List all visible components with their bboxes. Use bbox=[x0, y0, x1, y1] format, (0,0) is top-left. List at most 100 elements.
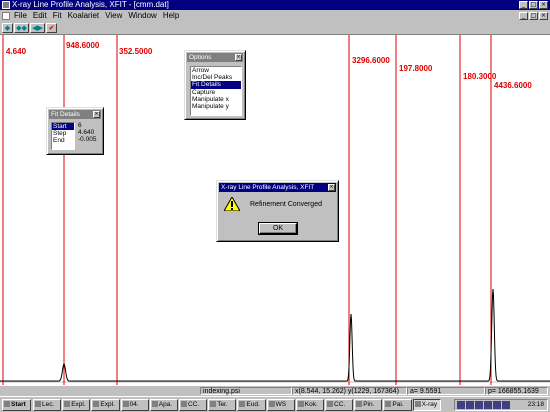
list-item[interactable]: Manipulate y bbox=[191, 103, 241, 110]
taskbar-button[interactable]: Ter. bbox=[208, 399, 237, 411]
menu-window[interactable]: Window bbox=[128, 10, 156, 22]
taskbar-button[interactable]: Pai. bbox=[383, 399, 412, 411]
list-item[interactable]: Capture bbox=[191, 89, 241, 96]
list-item[interactable]: End bbox=[52, 137, 74, 144]
menu-view[interactable]: View bbox=[105, 10, 122, 22]
tray-icon[interactable] bbox=[466, 401, 474, 409]
taskbar-button[interactable]: Pin. bbox=[354, 399, 383, 411]
taskbar-button-label: Ter. bbox=[217, 401, 228, 408]
status-bar: indexing.psi x(8.544, 15.262) y(1229, 16… bbox=[0, 385, 550, 396]
peak-label: 4.640 bbox=[6, 47, 27, 56]
title-bar: X-ray Line Profile Analysis, XFIT - [cmm… bbox=[0, 0, 550, 10]
taskbar-button-label: CC. bbox=[334, 401, 346, 408]
start-button[interactable]: Start bbox=[2, 399, 31, 411]
diamond-icon[interactable]: ◆ bbox=[2, 23, 13, 33]
options-list[interactable]: Arrow Inc/Del Peaks Fit Details Capture … bbox=[190, 66, 242, 116]
options-dialog-title: Options bbox=[189, 54, 212, 61]
fit-start-value: 6 bbox=[78, 122, 82, 129]
message-text: Refinement Converged bbox=[250, 201, 322, 208]
taskbar-button[interactable]: Lec. bbox=[33, 399, 62, 411]
doc-minimize-button[interactable]: _ bbox=[519, 12, 528, 20]
taskbar-button[interactable]: X-ray bbox=[412, 399, 441, 411]
double-arrow-icon[interactable]: ◆◆ bbox=[14, 23, 29, 33]
list-item[interactable]: Manipulate x bbox=[191, 96, 241, 103]
status-coords: x(8.544, 15.262) y(1229, 167364) bbox=[292, 387, 407, 395]
app-icon bbox=[35, 401, 41, 407]
fit-end-value: -0.005 bbox=[78, 136, 97, 144]
close-button[interactable]: × bbox=[539, 1, 548, 9]
app-icon bbox=[356, 401, 363, 407]
menu-bar: File Edit Fit Koalariet View Window Help… bbox=[0, 10, 550, 22]
tray-icon[interactable] bbox=[493, 401, 501, 409]
taskbar-button[interactable]: WS bbox=[266, 399, 295, 411]
taskbar-button[interactable]: Expl. bbox=[91, 399, 120, 411]
taskbar-button-label: Apa. bbox=[158, 401, 173, 408]
checkmark-icon[interactable]: ✔ bbox=[46, 23, 57, 33]
peak-label: 948.6000 bbox=[66, 41, 100, 50]
taskbar: Start Lec. Expl. Expl. 04. Apa. CC. Ter. Eud. WS… bbox=[0, 396, 550, 412]
taskbar-button[interactable]: CC. bbox=[179, 399, 208, 411]
minimize-button[interactable]: _ bbox=[519, 1, 528, 9]
fit-details-list[interactable]: Start Step End bbox=[51, 122, 75, 150]
app-icon bbox=[297, 401, 304, 407]
app-icon bbox=[122, 401, 129, 407]
taskbar-button[interactable]: Eud. bbox=[237, 399, 266, 411]
taskbar-button[interactable]: Expl. bbox=[62, 399, 91, 411]
taskbar-button-label: Expl. bbox=[71, 401, 86, 408]
close-icon[interactable]: × bbox=[93, 111, 100, 118]
tray-icon[interactable] bbox=[475, 401, 483, 409]
peak-label: 352.5000 bbox=[119, 47, 153, 56]
warning-icon bbox=[224, 197, 240, 211]
list-item[interactable]: Start bbox=[52, 123, 74, 131]
maximize-button[interactable]: □ bbox=[529, 1, 538, 9]
message-box-title-bar[interactable]: X-ray Line Profile Analysis, XFIT × bbox=[219, 183, 336, 192]
taskbar-button-label: 04. bbox=[129, 401, 139, 408]
taskbar-button[interactable]: Kok. bbox=[295, 399, 324, 411]
app-icon bbox=[64, 401, 71, 407]
taskbar-button-label: Pin. bbox=[363, 401, 375, 408]
document-icon[interactable] bbox=[2, 12, 10, 20]
taskbar-button[interactable]: 04. bbox=[120, 399, 149, 411]
fit-details-title-bar[interactable]: Fit Details × bbox=[49, 110, 101, 119]
taskbar-button-label: X-ray bbox=[421, 401, 438, 408]
split-arrow-icon[interactable]: ◀▶ bbox=[30, 23, 45, 33]
doc-close-button[interactable]: × bbox=[539, 12, 548, 20]
taskbar-button-label: Pai. bbox=[392, 401, 404, 408]
ok-button[interactable]: OK bbox=[258, 222, 298, 235]
fit-details-dialog: Fit Details × Start Step End 6 4.640 -0.… bbox=[46, 107, 104, 155]
close-icon[interactable]: × bbox=[235, 54, 242, 61]
system-tray: 23:18 bbox=[454, 399, 548, 411]
list-item[interactable]: Fit Details bbox=[191, 81, 241, 89]
app-icon bbox=[414, 401, 421, 407]
options-dialog: Options × Arrow Inc/Del Peaks Fit Detail… bbox=[184, 50, 246, 120]
doc-restore-button[interactable]: □ bbox=[529, 12, 538, 20]
list-item[interactable]: Step bbox=[52, 130, 74, 137]
menu-edit[interactable]: Edit bbox=[33, 10, 47, 22]
tray-icon[interactable] bbox=[457, 401, 465, 409]
app-icon bbox=[385, 401, 392, 407]
tray-icon[interactable] bbox=[484, 401, 492, 409]
start-label: Start bbox=[11, 401, 26, 408]
list-item[interactable]: Inc/Del Peaks bbox=[191, 74, 241, 81]
taskbar-button-label: Lec. bbox=[42, 401, 55, 408]
close-icon[interactable]: × bbox=[328, 184, 335, 191]
taskbar-button[interactable]: CC. bbox=[325, 399, 354, 411]
app-icon[interactable] bbox=[2, 1, 10, 9]
menu-file[interactable]: File bbox=[14, 10, 27, 22]
options-dialog-title-bar[interactable]: Options × bbox=[187, 53, 243, 62]
fit-details-title: Fit Details bbox=[51, 111, 80, 118]
peak-label: 4436.6000 bbox=[494, 81, 532, 90]
list-item[interactable]: Arrow bbox=[191, 67, 241, 74]
taskbar-button-label: Expl. bbox=[100, 401, 115, 408]
message-box-title: X-ray Line Profile Analysis, XFIT bbox=[221, 184, 315, 191]
windows-logo-icon bbox=[4, 401, 10, 407]
window-title: X-ray Line Profile Analysis, XFIT - [cmm… bbox=[12, 0, 169, 9]
taskbar-button-label: Eud. bbox=[246, 401, 260, 408]
clock[interactable]: 23:18 bbox=[528, 400, 544, 410]
speaker-icon[interactable] bbox=[502, 401, 510, 409]
menu-fit[interactable]: Fit bbox=[53, 10, 62, 22]
menu-koalariet[interactable]: Koalariet bbox=[68, 10, 100, 22]
menu-help[interactable]: Help bbox=[163, 10, 179, 22]
taskbar-button[interactable]: Apa. bbox=[149, 399, 178, 411]
taskbar-button-label: CC. bbox=[188, 401, 200, 408]
